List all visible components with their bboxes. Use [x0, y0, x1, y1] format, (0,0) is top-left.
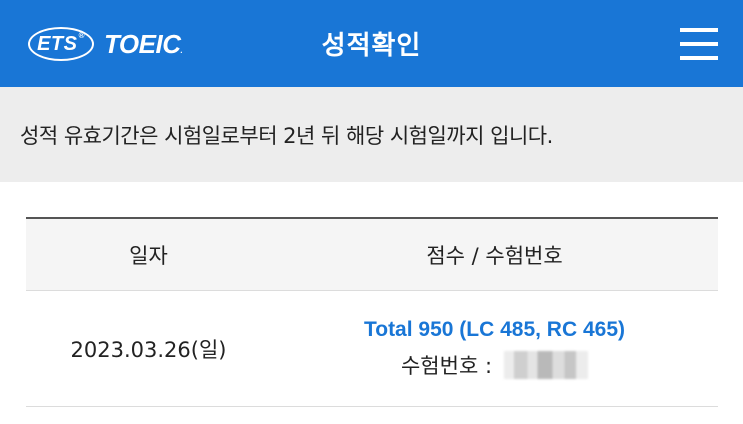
redacted-registration-number [504, 350, 589, 379]
validity-notice-text: 성적 유효기간은 시험일로부터 2년 뒤 해당 시험일까지 입니다. [20, 124, 553, 148]
score-cell: Total 950 (LC 485, RC 465) 수험번호 : [271, 318, 718, 380]
menu-bar-middle [680, 42, 718, 46]
registration-number-label: 수험번호 : [400, 353, 493, 378]
column-header-date: 일자 [129, 243, 168, 268]
menu-bar-bottom [680, 56, 718, 60]
exam-date: 2023.03.26(일) [70, 337, 227, 362]
column-header-score: 점수 / 수험번호 [426, 243, 563, 268]
hamburger-menu-icon[interactable] [680, 28, 718, 60]
page-title: 성적확인 [321, 31, 422, 61]
validity-notice: 성적 유효기간은 시험일로부터 2년 뒤 해당 시험일까지 입니다. [0, 87, 743, 182]
score-table: 일자 점수 / 수험번호 2023.03.26(일) Total 950 (LC… [26, 217, 718, 407]
table-header-row: 일자 점수 / 수험번호 [26, 219, 718, 291]
table-row: 2023.03.26(일) Total 950 (LC 485, RC 465)… [26, 291, 718, 407]
total-score-link[interactable]: Total 950 (LC 485, RC 465) [271, 318, 718, 342]
registration-number: 수험번호 : [271, 350, 718, 380]
menu-bar-top [680, 28, 718, 32]
app-header: ETS ® TOEIC. 성적확인 [0, 0, 743, 87]
